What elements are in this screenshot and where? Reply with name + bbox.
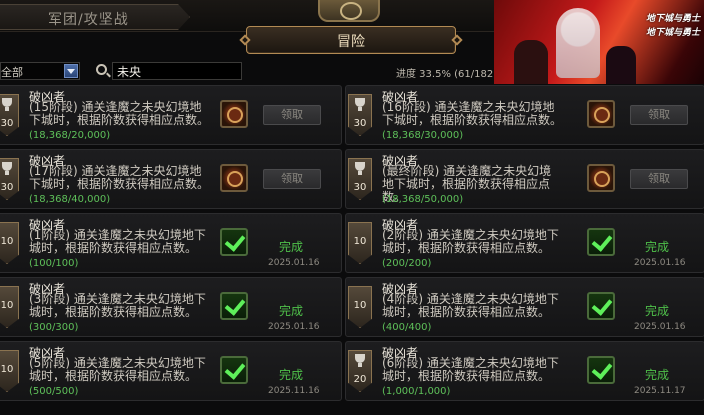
completion-date: 2025.01.16 — [634, 258, 686, 268]
achievement-description: (16阶段) 通关逢魔之未央幻境地下城时，根据阶数获得相应点数。 — [382, 100, 563, 127]
achievement-card: 30 破凶者 (16阶段) 通关逢魔之未央幻境地下城时，根据阶数获得相应点数。 (18… — [345, 85, 704, 145]
achievement-card: 20 破凶者 (6阶段) 通关逢魔之未央幻境地下城时，根据阶数获得相应点数。 (1,0… — [345, 341, 704, 401]
achievement-card: 10 破凶者 (2阶段) 通关逢魔之未央幻境地下城时，根据阶数获得相应点数。 (200… — [345, 213, 704, 273]
check-icon — [587, 228, 615, 256]
claim-button[interactable]: 领取 — [263, 169, 321, 189]
achievement-card: 10 破凶者 (1阶段) 通关逢魔之未央幻境地下城时，根据阶数获得相应点数。 (100… — [0, 213, 342, 273]
achievement-description: (17阶段) 通关逢魔之未央幻境地下城时，根据阶数获得相应点数。 — [29, 164, 210, 191]
completed-label: 完成 — [645, 304, 670, 318]
completed-label: 完成 — [279, 368, 304, 382]
points-badge: 10 — [0, 286, 19, 328]
reward-icon[interactable] — [587, 100, 615, 128]
achievement-progress: (300/300) — [29, 322, 79, 333]
achievement-progress: (18,368/30,000) — [382, 130, 464, 141]
reward-icon[interactable] — [220, 164, 248, 192]
points-value: 10 — [353, 236, 367, 247]
progress-text: 进度 33.5% (61/182) — [396, 69, 498, 80]
achievement-progress: (100/100) — [29, 258, 79, 269]
claim-button[interactable]: 领取 — [630, 105, 688, 125]
ad-banner[interactable]: 地下城与勇士 地下城与勇士 — [494, 0, 704, 84]
points-value: 10 — [353, 300, 367, 311]
claim-button[interactable]: 领取 — [263, 105, 321, 125]
achievement-description: (3阶段) 通关逢魔之未央幻境地下城时，根据阶数获得相应点数。 — [29, 292, 206, 319]
completion-date: 2025.01.16 — [268, 322, 320, 332]
achievement-card: 10 破凶者 (3阶段) 通关逢魔之未央幻境地下城时，根据阶数获得相应点数。 (300… — [0, 277, 342, 337]
check-icon — [220, 356, 248, 384]
points-badge: 30 — [348, 158, 372, 200]
search-icon — [96, 64, 107, 75]
ad-character-figure — [514, 40, 548, 84]
points-value: 20 — [353, 374, 367, 385]
chevron-down-icon[interactable] — [64, 64, 78, 78]
completed-label: 完成 — [645, 240, 670, 254]
achievement-card: 30 破凶者 (15阶段) 通关逢魔之未央幻境地下城时，根据阶数获得相应点数。 (18… — [0, 85, 342, 145]
tab-legion-siege[interactable]: 军团/攻坚战 — [0, 4, 190, 30]
points-badge: 20 — [348, 350, 372, 392]
claim-button[interactable]: 领取 — [630, 169, 688, 189]
achievement-progress: (18,368/20,000) — [29, 130, 111, 141]
search-input[interactable] — [112, 62, 242, 80]
achievement-progress: (18,368/50,000) — [382, 194, 464, 205]
points-badge: 30 — [0, 158, 19, 200]
points-value: 30 — [0, 118, 14, 129]
points-badge: 10 — [348, 222, 372, 264]
category-selected: 全部 — [1, 66, 23, 79]
points-value: 10 — [0, 300, 14, 311]
achievement-description: (15阶段) 通关逢魔之未央幻境地下城时，根据阶数获得相应点数。 — [29, 100, 210, 127]
points-value: 30 — [0, 182, 14, 193]
points-badge: 10 — [0, 350, 19, 392]
scroll-emblem-icon — [318, 0, 380, 22]
completion-date: 2025.01.16 — [268, 258, 320, 268]
completed-label: 完成 — [645, 368, 670, 382]
achievement-description: (5阶段) 通关逢魔之未央幻境地下城时，根据阶数获得相应点数。 — [29, 356, 206, 383]
achievement-progress: (1,000/1,000) — [382, 386, 451, 397]
points-value: 10 — [0, 364, 14, 375]
achievement-description: (4阶段) 通关逢魔之未央幻境地下城时，根据阶数获得相应点数。 — [382, 292, 559, 319]
achievement-card: 30 破凶者 (最终阶段) 通关逢魔之未央幻境地下城时，根据阶数获得相应点数。 (18… — [345, 149, 704, 209]
achievement-progress: (500/500) — [29, 386, 79, 397]
points-badge: 30 — [348, 94, 372, 136]
check-icon — [587, 292, 615, 320]
points-badge: 30 — [0, 94, 19, 136]
points-value: 30 — [353, 182, 367, 193]
check-icon — [220, 292, 248, 320]
achievement-card: 30 破凶者 (17阶段) 通关逢魔之未央幻境地下城时，根据阶数获得相应点数。 (18… — [0, 149, 342, 209]
check-icon — [587, 356, 615, 384]
tab-legion-label: 军团/攻坚战 — [48, 12, 129, 28]
achievement-progress: (18,368/40,000) — [29, 194, 111, 205]
category-dropdown[interactable]: 全部 — [0, 62, 80, 80]
completed-label: 完成 — [279, 240, 304, 254]
ad-character-figure — [606, 46, 636, 84]
ad-character-figure — [556, 8, 600, 78]
achievement-description: (1阶段) 通关逢魔之未央幻境地下城时，根据阶数获得相应点数。 — [29, 228, 206, 255]
reward-icon[interactable] — [220, 100, 248, 128]
achievement-description: (6阶段) 通关逢魔之未央幻境地下城时，根据阶数获得相应点数。 — [382, 356, 559, 383]
adventure-label: 冒险 — [337, 34, 365, 50]
completion-date: 2025.11.17 — [634, 386, 686, 396]
adventure-category-header[interactable]: 冒险 — [239, 26, 463, 54]
achievement-card: 10 破凶者 (5阶段) 通关逢魔之未央幻境地下城时，根据阶数获得相应点数。 (500… — [0, 341, 342, 401]
reward-icon[interactable] — [587, 164, 615, 192]
points-badge: 10 — [0, 222, 19, 264]
check-icon — [220, 228, 248, 256]
points-value: 10 — [0, 236, 14, 247]
points-badge: 10 — [348, 286, 372, 328]
achievement-card: 10 破凶者 (4阶段) 通关逢魔之未央幻境地下城时，根据阶数获得相应点数。 (400… — [345, 277, 704, 337]
points-value: 30 — [353, 118, 367, 129]
completion-date: 2025.11.16 — [268, 386, 320, 396]
completed-label: 完成 — [279, 304, 304, 318]
completion-date: 2025.01.16 — [634, 322, 686, 332]
ad-logo: 地下城与勇士 地下城与勇士 — [645, 14, 700, 38]
achievement-progress: (400/400) — [382, 322, 432, 333]
achievement-progress: (200/200) — [382, 258, 432, 269]
achievement-description: (2阶段) 通关逢魔之未央幻境地下城时，根据阶数获得相应点数。 — [382, 228, 559, 255]
